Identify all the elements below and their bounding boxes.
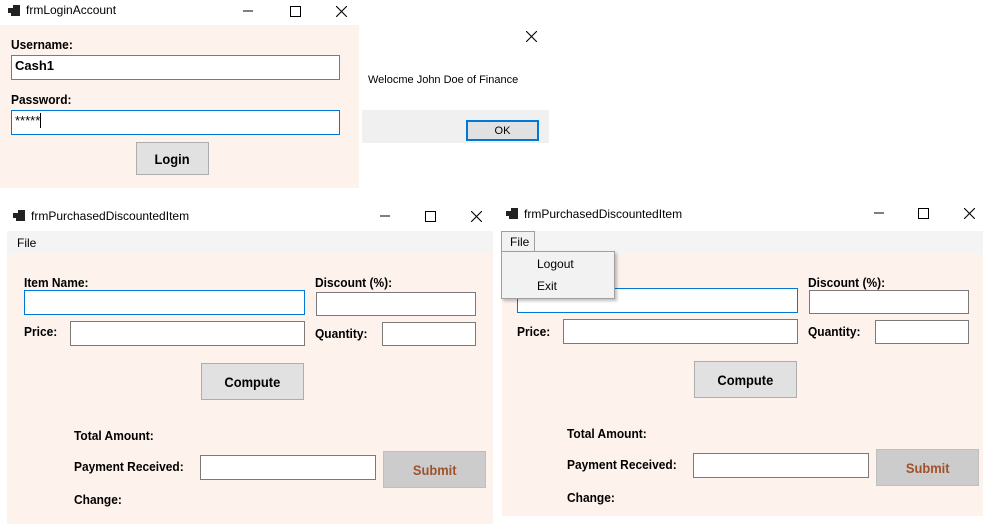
- minimize-button[interactable]: [365, 205, 405, 227]
- change-label: Change:: [567, 490, 615, 505]
- discount-input[interactable]: [809, 290, 969, 314]
- total-amount-label: Total Amount:: [74, 428, 154, 443]
- close-icon: [335, 5, 347, 17]
- ok-button[interactable]: OK: [466, 120, 539, 141]
- price-label: Price:: [24, 324, 58, 339]
- item-name-label: Item Name:: [24, 275, 89, 290]
- login-window: frmLoginAccount Username: Cash1 Password…: [0, 0, 359, 188]
- text-caret: [40, 113, 42, 128]
- compute-button[interactable]: Compute: [201, 363, 304, 400]
- close-button[interactable]: [949, 202, 983, 224]
- quantity-label: Quantity:: [808, 324, 861, 339]
- username-label: Username:: [11, 37, 73, 52]
- discount-label: Discount (%):: [808, 275, 886, 290]
- menu-bar: File: [7, 231, 493, 253]
- quantity-input[interactable]: [382, 322, 476, 346]
- maximize-button[interactable]: [275, 0, 315, 22]
- quantity-input[interactable]: [875, 320, 969, 344]
- menu-bar: [502, 231, 983, 253]
- msgbox-button-strip: OK: [362, 110, 549, 143]
- payment-received-label: Payment Received:: [74, 459, 184, 474]
- purchase-window-left: frmPurchasedDiscountedItem File Item Nam…: [0, 203, 493, 524]
- minimize-button[interactable]: [228, 0, 268, 22]
- purchase-left-titlebar[interactable]: frmPurchasedDiscountedItem: [0, 203, 493, 229]
- maximize-button[interactable]: [903, 202, 943, 224]
- close-icon: [470, 210, 482, 222]
- menu-file[interactable]: File: [17, 236, 36, 250]
- msgbox-close-button[interactable]: [520, 25, 542, 47]
- minimize-icon: [874, 212, 884, 214]
- menu-item-exit[interactable]: Exit: [537, 279, 557, 293]
- minimize-icon: [243, 10, 253, 12]
- file-dropdown-menu: Logout Exit: [501, 251, 615, 299]
- payment-received-label: Payment Received:: [567, 457, 677, 472]
- maximize-button[interactable]: [410, 205, 450, 227]
- login-button[interactable]: Login: [136, 142, 209, 175]
- maximize-icon: [289, 5, 301, 17]
- password-label: Password:: [11, 92, 72, 107]
- payment-received-input[interactable]: [693, 453, 869, 478]
- maximize-icon: [424, 210, 436, 222]
- change-label: Change:: [74, 492, 122, 507]
- app-icon: [8, 5, 20, 16]
- message-box: Welocme John Doe of Finance OK: [362, 22, 549, 143]
- discount-label: Discount (%):: [315, 275, 393, 290]
- compute-button[interactable]: Compute: [694, 361, 797, 398]
- total-amount-label: Total Amount:: [567, 426, 647, 441]
- purchase-left-client: Item Name: Discount (%): Price: Quantity…: [7, 253, 493, 524]
- login-titlebar[interactable]: frmLoginAccount: [0, 0, 359, 22]
- app-icon: [13, 210, 25, 221]
- login-window-title: frmLoginAccount: [26, 3, 117, 17]
- menu-file-open[interactable]: File: [501, 231, 535, 253]
- close-button[interactable]: [456, 205, 496, 227]
- maximize-icon: [917, 207, 929, 219]
- close-icon: [963, 207, 975, 219]
- app-icon: [506, 208, 518, 219]
- price-label: Price:: [517, 324, 551, 339]
- menu-item-logout[interactable]: Logout: [537, 257, 574, 271]
- purchase-right-titlebar[interactable]: frmPurchasedDiscountedItem: [497, 201, 983, 227]
- purchase-window-right: frmPurchasedDiscountedItem Discount (%):…: [497, 201, 983, 516]
- msgbox-message: Welocme John Doe of Finance: [368, 74, 519, 86]
- item-name-input[interactable]: [24, 290, 305, 315]
- close-icon: [525, 30, 537, 42]
- username-input[interactable]: Cash1: [11, 55, 340, 80]
- login-client-area: Username: Cash1 Password: ***** Login: [0, 25, 359, 188]
- minimize-button[interactable]: [859, 202, 899, 224]
- password-value: *****: [15, 113, 41, 128]
- payment-received-input[interactable]: [200, 455, 376, 480]
- price-input[interactable]: [563, 319, 798, 344]
- quantity-label: Quantity:: [315, 326, 368, 341]
- price-input[interactable]: [70, 321, 305, 346]
- submit-button[interactable]: Submit: [876, 449, 979, 486]
- discount-input[interactable]: [316, 292, 476, 316]
- purchase-left-title: frmPurchasedDiscountedItem: [31, 209, 190, 223]
- purchase-right-title: frmPurchasedDiscountedItem: [524, 207, 683, 221]
- password-input[interactable]: *****: [11, 110, 340, 135]
- close-button[interactable]: [321, 0, 361, 22]
- submit-button[interactable]: Submit: [383, 451, 486, 488]
- minimize-icon: [380, 215, 390, 217]
